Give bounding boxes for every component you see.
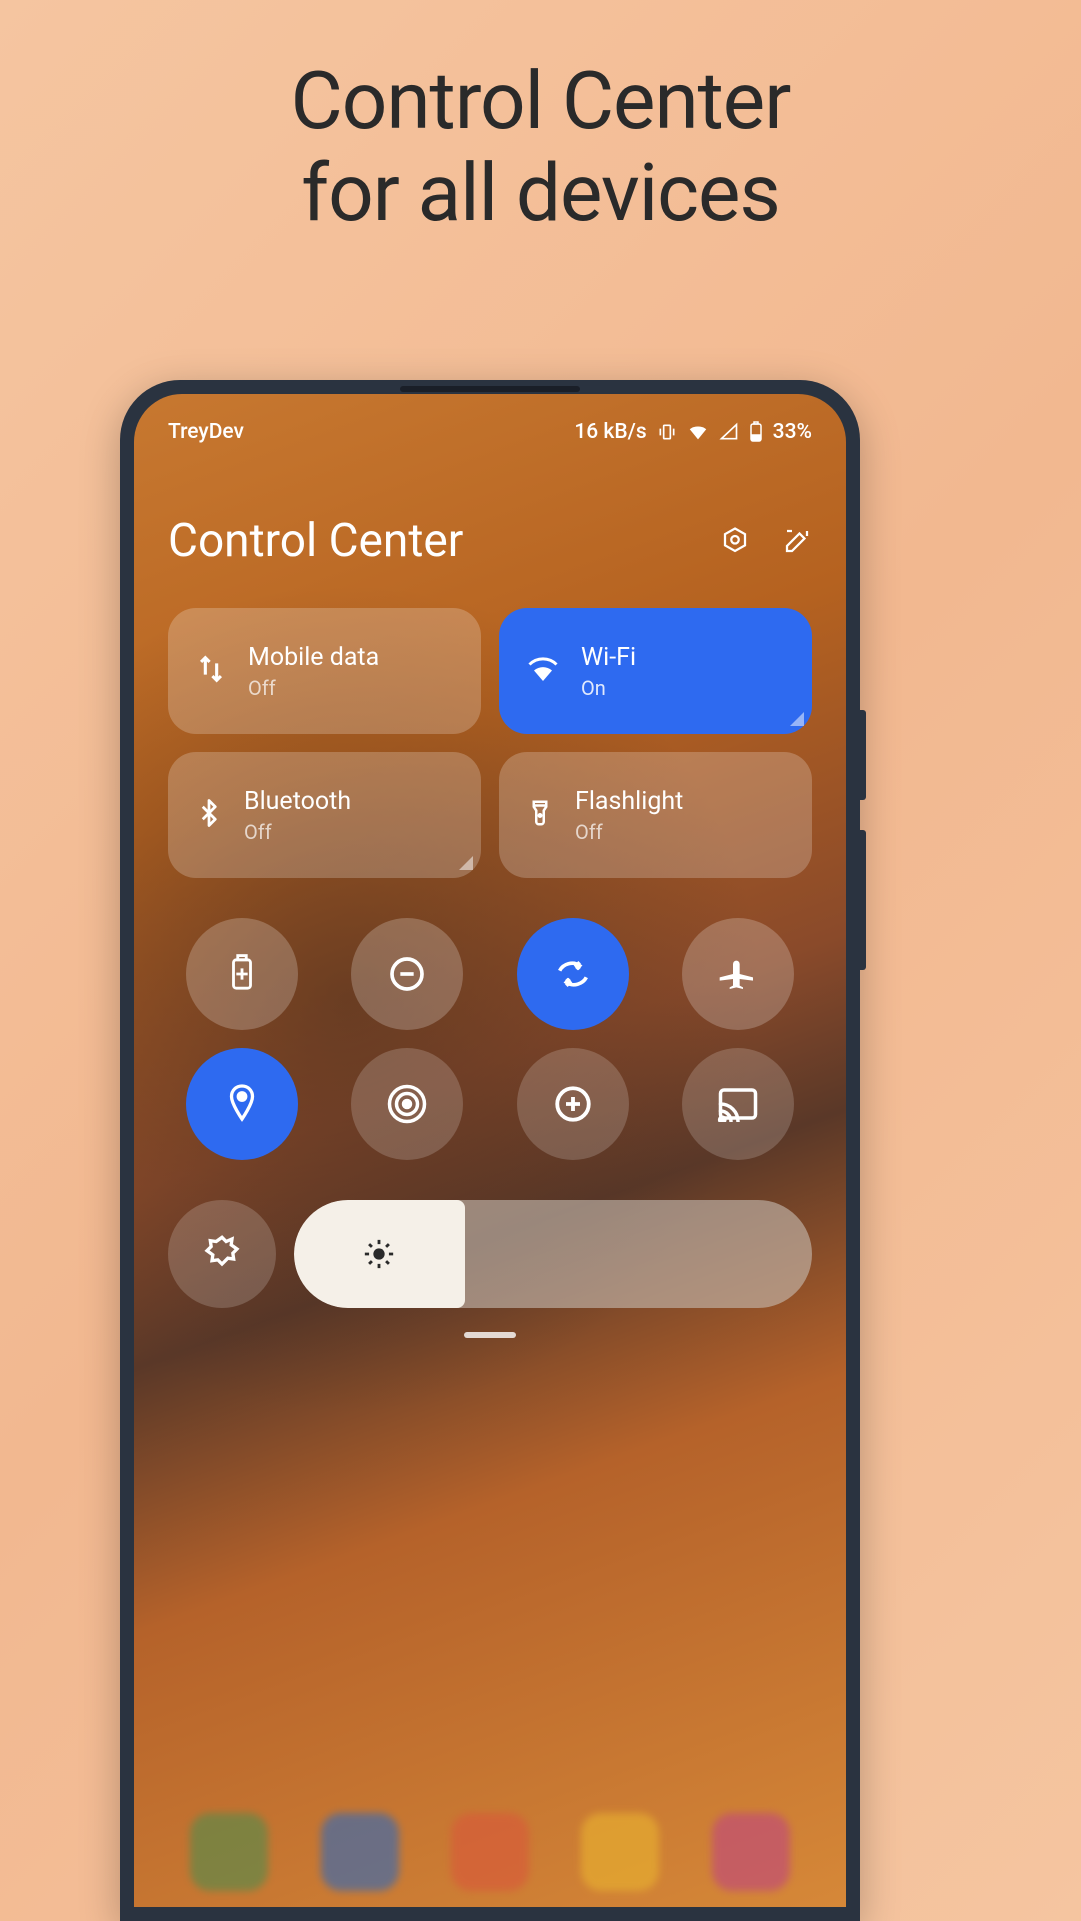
tile-label: Flashlight <box>575 787 683 816</box>
circle-data-saver[interactable] <box>517 1048 629 1160</box>
carrier-label: TreyDev <box>168 420 244 444</box>
status-bar: TreyDev 16 kB/s 33% <box>168 420 812 444</box>
brightness-icon <box>362 1237 396 1271</box>
promo-title: Control Center for all devices <box>0 0 1081 239</box>
circle-grid <box>168 918 812 1160</box>
phone-speaker <box>400 386 580 392</box>
side-button-1 <box>860 710 866 800</box>
location-icon <box>224 1082 260 1126</box>
brightness-fill <box>294 1200 465 1308</box>
auto-brightness-button[interactable] <box>168 1200 276 1308</box>
phone-frame: TreyDev 16 kB/s 33% Control Center <box>120 380 860 1921</box>
dnd-icon <box>387 954 427 994</box>
wifi-icon <box>525 651 561 691</box>
drag-handle[interactable] <box>464 1332 516 1338</box>
auto-brightness-icon <box>202 1234 242 1274</box>
settings-button[interactable] <box>720 526 750 556</box>
phone-screen: TreyDev 16 kB/s 33% Control Center <box>134 394 846 1907</box>
tile-wifi[interactable]: Wi-Fi On <box>499 608 812 734</box>
signal-icon <box>719 422 739 442</box>
bluetooth-icon <box>194 796 224 834</box>
tile-status: Off <box>248 676 379 700</box>
dock-app-2[interactable] <box>321 1813 399 1891</box>
tile-status: On <box>581 676 636 700</box>
circle-airplane[interactable] <box>682 918 794 1030</box>
circle-hotspot[interactable] <box>351 1048 463 1160</box>
battery-icon <box>749 421 763 443</box>
brightness-row <box>168 1200 812 1308</box>
dock-app-5[interactable] <box>712 1813 790 1891</box>
wifi-status-icon <box>687 421 709 443</box>
brightness-slider[interactable] <box>294 1200 812 1308</box>
hotspot-icon <box>386 1083 428 1125</box>
flashlight-icon <box>525 795 555 835</box>
tile-bluetooth[interactable]: Bluetooth Off <box>168 752 481 878</box>
network-speed: 16 kB/s <box>574 420 646 444</box>
data-saver-icon <box>552 1083 594 1125</box>
dock-app-1[interactable] <box>190 1813 268 1891</box>
circle-cast[interactable] <box>682 1048 794 1160</box>
vibrate-icon <box>657 422 677 442</box>
dock-app-4[interactable] <box>581 1813 659 1891</box>
tile-label: Mobile data <box>248 643 379 672</box>
control-center-title: Control Center <box>168 514 463 568</box>
side-button-2 <box>860 830 866 970</box>
dock <box>134 1817 846 1907</box>
edit-button[interactable] <box>782 526 812 556</box>
control-center-header: Control Center <box>168 514 812 568</box>
promo-line1: Control Center <box>0 55 1081 147</box>
circle-battery-saver[interactable] <box>186 918 298 1030</box>
tile-label: Wi-Fi <box>581 643 636 672</box>
dock-app-3[interactable] <box>451 1813 529 1891</box>
tile-label: Bluetooth <box>244 787 351 816</box>
battery-saver-icon <box>225 954 259 994</box>
expand-corner-icon <box>459 856 473 870</box>
tile-flashlight[interactable]: Flashlight Off <box>499 752 812 878</box>
tile-status: Off <box>244 820 351 844</box>
circle-dnd[interactable] <box>351 918 463 1030</box>
tile-grid: Mobile data Off Wi-Fi On Bl <box>168 608 812 878</box>
promo-line2: for all devices <box>0 147 1081 239</box>
header-actions <box>720 526 812 556</box>
circle-location[interactable] <box>186 1048 298 1160</box>
cast-icon <box>717 1086 759 1122</box>
circle-auto-rotate[interactable] <box>517 918 629 1030</box>
tile-mobile-data[interactable]: Mobile data Off <box>168 608 481 734</box>
expand-corner-icon <box>790 712 804 726</box>
tile-status: Off <box>575 820 683 844</box>
auto-rotate-icon <box>553 954 593 994</box>
airplane-icon <box>718 954 758 994</box>
status-right: 16 kB/s 33% <box>574 420 812 444</box>
battery-percent: 33% <box>773 420 812 444</box>
swap-vert-icon <box>194 652 228 690</box>
